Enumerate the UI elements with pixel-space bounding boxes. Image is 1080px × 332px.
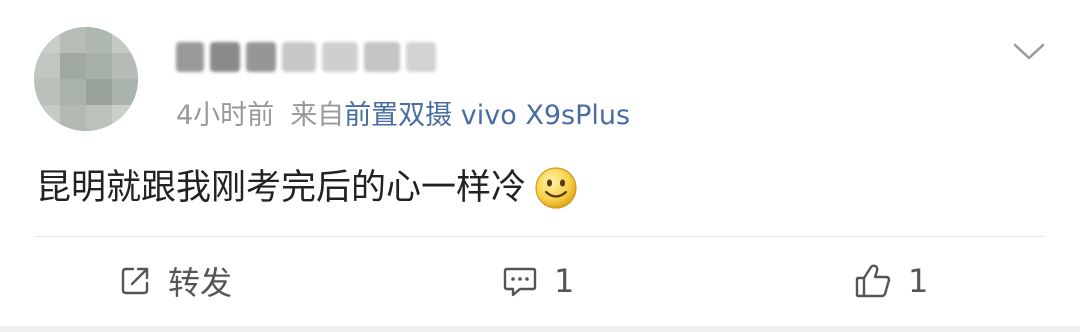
post-text: 昆明就跟我刚考完后的心一样冷 [36, 168, 527, 208]
post-time: 4小时前 [176, 100, 275, 131]
device-link[interactable]: 前置双摄 vivo X9sPlus [344, 100, 630, 131]
avatar-pixels [34, 27, 138, 131]
username-pixel-block [322, 42, 358, 72]
source-prefix: 来自 [290, 100, 345, 131]
divider [34, 236, 1044, 237]
comment-icon [503, 267, 537, 297]
username-pixel-block [210, 42, 240, 72]
comment-count: 1 [554, 262, 575, 300]
post-content: 昆明就跟我刚考完后的心一样冷 [36, 166, 578, 210]
share-icon [121, 267, 149, 295]
username-pixel-block [364, 42, 400, 72]
username-pixel-block [282, 42, 316, 72]
username[interactable] [176, 42, 436, 72]
thumbs-up-icon [855, 264, 891, 298]
smiley-emoji [535, 167, 577, 209]
forward-button[interactable]: 转发 [118, 260, 232, 302]
forward-label: 转发 [168, 264, 233, 302]
chevron-down-icon[interactable] [1012, 36, 1046, 66]
post-meta: 4小时前 来自前置双摄 vivo X9sPlus [176, 98, 630, 134]
avatar[interactable] [34, 27, 138, 131]
like-count: 1 [908, 262, 929, 300]
like-button[interactable]: 1 [854, 260, 928, 302]
username-pixel-block [406, 42, 436, 72]
username-pixel-block [246, 42, 276, 72]
comment-button[interactable]: 1 [502, 260, 574, 302]
bottom-separator [0, 326, 1080, 332]
username-pixel-block [176, 42, 204, 72]
